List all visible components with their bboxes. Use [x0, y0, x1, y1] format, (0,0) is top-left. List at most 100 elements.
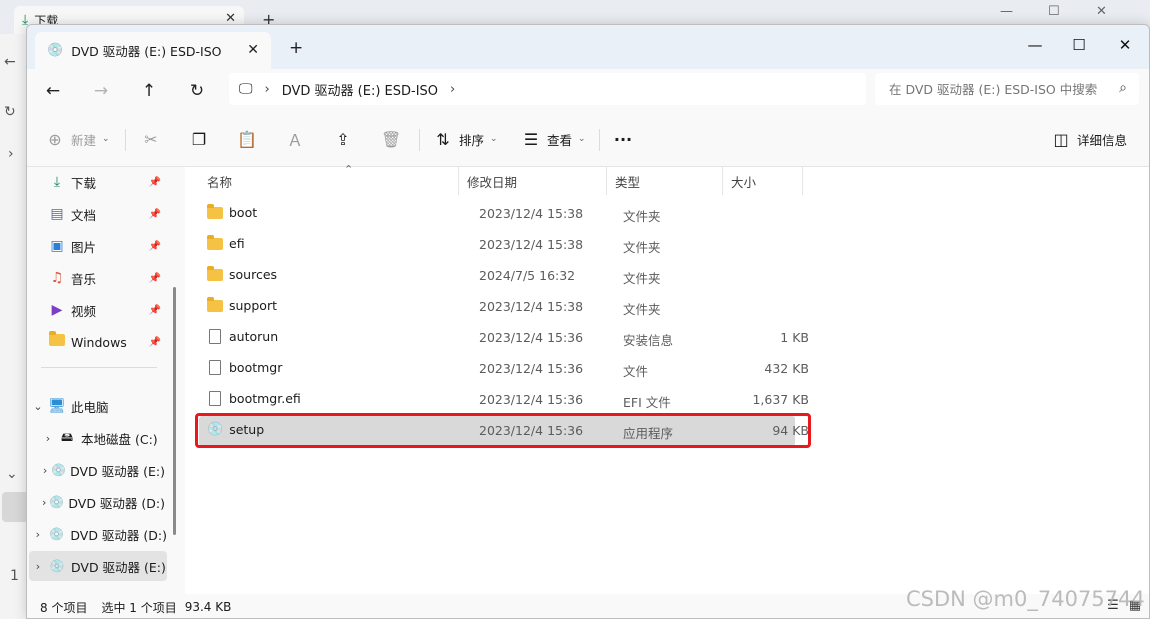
video-icon: ▶	[51, 302, 63, 318]
sidebar-item-label: 视频	[71, 303, 97, 319]
back-arrow-icon[interactable]: ←	[4, 54, 16, 70]
back-icon[interactable]: ←	[39, 77, 67, 105]
computer-icon: 🖥	[48, 398, 66, 414]
sidebar-item-dvd-d-sub[interactable]: › 💿 DVD 驱动器 (D:)	[39, 487, 165, 517]
delete-button[interactable]: 🗑	[381, 125, 401, 153]
background-selected-item[interactable]	[2, 492, 28, 522]
sort-button[interactable]: ⇅ 排序 ⌄	[433, 125, 497, 153]
chevron-right-icon[interactable]: ›	[265, 82, 270, 97]
file-type: 文件夹	[623, 302, 661, 317]
sidebar-item-videos[interactable]: ▶ 视频 📌	[29, 295, 167, 325]
sidebar-item-label: 下载	[71, 175, 97, 191]
sidebar-item-local-disk-c[interactable]: › 🖴 本地磁盘 (C:)	[39, 423, 165, 453]
computer-icon: 🖵	[239, 81, 253, 97]
column-header-date[interactable]: 修改日期	[459, 167, 607, 195]
file-type: EFI 文件	[623, 395, 671, 410]
file-date: 2023/12/4 15:38	[479, 206, 584, 221]
sidebar-item-pictures[interactable]: ▣ 图片 📌	[29, 231, 167, 261]
new-button[interactable]: ⊕ 新建 ⌄	[45, 125, 109, 153]
view-button[interactable]: ☰ 查看 ⌄	[521, 125, 586, 153]
table-row[interactable]: boot 2023/12/4 15:38 文件夹	[199, 199, 795, 229]
search-input[interactable]	[889, 81, 1107, 97]
item-count: 8 个项目	[40, 600, 88, 615]
up-icon[interactable]: ↑	[135, 77, 163, 105]
chevron-right-icon[interactable]: ›	[39, 496, 49, 509]
scrollbar[interactable]	[173, 287, 176, 535]
details-pane-button[interactable]: ◫ 详细信息	[1051, 125, 1127, 153]
close-icon[interactable]: ✕	[247, 42, 259, 58]
chevron-down-icon[interactable]: ⌄	[6, 466, 18, 482]
background-side: ← ↻ › ⌄ 1	[0, 34, 26, 619]
search-box[interactable]: ⌕	[875, 73, 1139, 105]
paste-button[interactable]: 📋	[237, 125, 257, 153]
details-label: 详细信息	[1077, 132, 1128, 148]
chevron-right-icon[interactable]: ›	[39, 432, 57, 445]
table-row[interactable]: support 2023/12/4 15:38 文件夹	[199, 292, 795, 322]
sidebar-item-dvd-e[interactable]: › 💿 DVD 驱动器 (E:)	[29, 551, 167, 581]
address-bar[interactable]: 🖵 › DVD 驱动器 (E:) ESD-ISO ›	[229, 73, 866, 105]
close-icon[interactable]: ✕	[1103, 31, 1147, 59]
cut-button[interactable]: ✂	[141, 125, 161, 153]
rename-button[interactable]: Ａ	[285, 125, 305, 153]
column-header-label: 名称	[207, 174, 233, 190]
tab-dvd-e[interactable]: 💿 DVD 驱动器 (E:) ESD-ISO ✕	[35, 32, 271, 69]
table-row[interactable]: sources 2024/7/5 16:32 文件夹	[199, 261, 795, 291]
refresh-icon[interactable]: ↻	[183, 77, 211, 105]
sidebar-item-dvd-d[interactable]: › 💿 DVD 驱动器 (D:)	[29, 519, 167, 549]
chevron-down-icon: ⌄	[578, 134, 586, 144]
chevron-right-icon[interactable]: ›	[450, 82, 455, 97]
file-list: 名称 ⌃ 修改日期 类型 大小 boot 2023/12/4 15:38 文件夹…	[185, 163, 1149, 594]
file-date: 2023/12/4 15:36	[479, 330, 584, 345]
column-header-size[interactable]: 大小	[723, 167, 803, 195]
trash-icon: 🗑	[381, 129, 402, 149]
pin-icon[interactable]: 📌	[149, 177, 161, 188]
picture-icon: ▣	[50, 238, 64, 254]
pin-icon[interactable]: 📌	[149, 273, 161, 284]
file-date: 2023/12/4 15:36	[479, 392, 584, 407]
minimize-icon[interactable]: —	[1000, 4, 1013, 19]
music-icon: ♫	[50, 270, 64, 286]
pin-icon[interactable]: 📌	[149, 305, 161, 316]
refresh-icon[interactable]: ↻	[4, 104, 16, 120]
pin-icon[interactable]: 📌	[149, 241, 161, 252]
sort-label: 排序	[459, 132, 485, 148]
sidebar-item-windows[interactable]: Windows 📌	[29, 327, 167, 357]
search-icon[interactable]: ⌕	[1119, 80, 1127, 96]
chevron-down-icon[interactable]: ⌄	[29, 400, 47, 413]
table-row[interactable]: bootmgr 2023/12/4 15:36 文件 432 KB	[199, 354, 809, 384]
forward-icon[interactable]: →	[87, 77, 115, 105]
new-label: 新建	[71, 132, 97, 148]
sidebar-item-documents[interactable]: ▤ 文档 📌	[29, 199, 167, 229]
sidebar-item-label: DVD 驱动器 (E:)	[70, 463, 165, 479]
divider	[599, 129, 600, 151]
pin-icon[interactable]: 📌	[149, 209, 161, 220]
breadcrumb[interactable]: DVD 驱动器 (E:) ESD-ISO	[282, 80, 438, 99]
table-row[interactable]: efi 2023/12/4 15:38 文件夹	[199, 230, 795, 260]
sidebar-item-downloads[interactable]: ⤓ 下载 📌	[29, 167, 167, 197]
sidebar-item-music[interactable]: ♫ 音乐 📌	[29, 263, 167, 293]
chevron-right-icon[interactable]: ›	[29, 528, 47, 541]
sidebar-item-this-pc[interactable]: ⌄ 🖥 此电脑	[29, 391, 167, 421]
minimize-icon[interactable]: —	[1013, 31, 1057, 59]
copy-button[interactable]: ❐	[189, 125, 209, 153]
maximize-icon[interactable]: ☐	[1057, 31, 1101, 59]
divider	[125, 129, 126, 151]
maximize-icon[interactable]: ☐	[1048, 4, 1060, 19]
pin-icon[interactable]: 📌	[149, 337, 161, 348]
close-icon[interactable]: ✕	[1096, 4, 1107, 19]
file-type: 文件夹	[623, 271, 661, 286]
sort-icon: ⇅	[436, 129, 450, 149]
sidebar-item-dvd-e-sub[interactable]: › 💿 DVD 驱动器 (E:)	[39, 455, 165, 485]
chevron-right-icon[interactable]: ›	[39, 464, 51, 477]
dvd-drive-icon: 💿	[49, 495, 65, 509]
column-header-name[interactable]: 名称 ⌃	[199, 163, 459, 195]
column-header-type[interactable]: 类型	[607, 167, 723, 195]
chevron-right-icon[interactable]: ›	[29, 560, 47, 573]
new-tab-icon[interactable]: +	[289, 38, 303, 58]
share-button[interactable]: ⇪	[333, 125, 353, 153]
table-row[interactable]: bootmgr.efi 2023/12/4 15:36 EFI 文件 1,637…	[199, 385, 809, 415]
more-button[interactable]: ···	[613, 125, 633, 153]
file-date: 2023/12/4 15:38	[479, 299, 584, 314]
table-row[interactable]: autorun 2023/12/4 15:36 安装信息 1 KB	[199, 323, 809, 353]
chevron-right-icon[interactable]: ›	[8, 146, 14, 162]
